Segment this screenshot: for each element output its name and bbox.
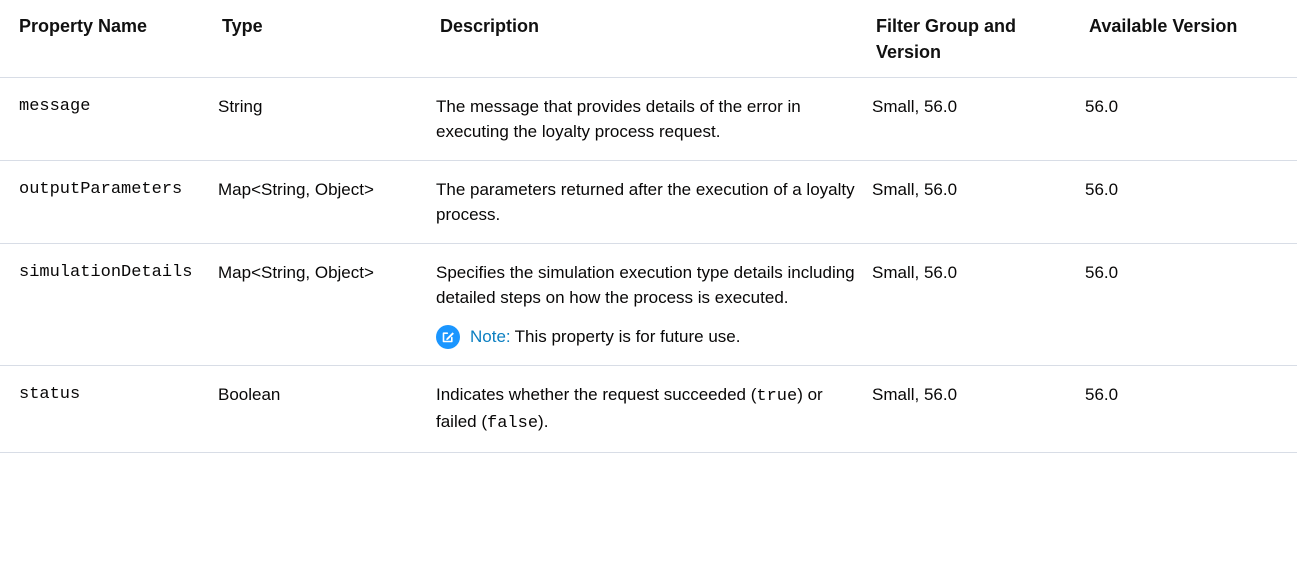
property-name: simulationDetails	[0, 243, 214, 366]
note-content: Note: This property is for future use.	[470, 324, 740, 349]
property-type: Map<String, Object>	[214, 160, 432, 244]
property-description: Specifies the simulation execution type …	[436, 263, 855, 307]
header-filter-group: Filter Group and Version	[868, 0, 1081, 78]
header-available-version: Available Version	[1081, 0, 1297, 78]
property-description: Indicates whether the request succeeded …	[432, 365, 868, 453]
property-filter-group: Small, 56.0	[868, 77, 1081, 161]
table-body: message String The message that provides…	[0, 77, 1297, 453]
property-available-version: 56.0	[1081, 160, 1297, 244]
code-true: true	[756, 387, 798, 406]
table-row-status: status Boolean Indicates whether the req…	[0, 365, 1297, 453]
property-filter-group: Small, 56.0	[868, 243, 1081, 366]
property-name: status	[0, 365, 214, 453]
note-text: This property is for future use.	[514, 327, 741, 346]
property-name: message	[0, 77, 214, 161]
table-row-simulationdetails: simulationDetails Map<String, Object> Sp…	[0, 243, 1297, 366]
property-name: outputParameters	[0, 160, 214, 244]
header-row: Property Name Type Description Filter Gr…	[0, 0, 1297, 78]
note-label: Note:	[470, 327, 511, 346]
property-available-version: 56.0	[1081, 243, 1297, 366]
table-row-message: message String The message that provides…	[0, 77, 1297, 161]
property-description: The parameters returned after the execut…	[432, 160, 868, 244]
header-description: Description	[432, 0, 868, 78]
property-available-version: 56.0	[1081, 77, 1297, 161]
description-text: ).	[538, 412, 549, 431]
property-type: Map<String, Object>	[214, 243, 432, 366]
table-header: Property Name Type Description Filter Gr…	[0, 0, 1297, 78]
property-description-cell: Specifies the simulation execution type …	[432, 243, 868, 366]
note-callout: Note: This property is for future use.	[436, 324, 860, 349]
property-filter-group: Small, 56.0	[868, 365, 1081, 453]
header-type: Type	[214, 0, 432, 78]
code-false: false	[487, 414, 539, 433]
property-description: The message that provides details of the…	[432, 77, 868, 161]
table-row-outputparameters: outputParameters Map<String, Object> The…	[0, 160, 1297, 244]
header-property-name: Property Name	[0, 0, 214, 78]
properties-table: Property Name Type Description Filter Gr…	[0, 0, 1297, 453]
property-type: Boolean	[214, 365, 432, 453]
edit-note-icon	[436, 324, 460, 349]
property-available-version: 56.0	[1081, 365, 1297, 453]
property-type: String	[214, 77, 432, 161]
description-text: Indicates whether the request succeeded …	[436, 385, 757, 404]
property-filter-group: Small, 56.0	[868, 160, 1081, 244]
